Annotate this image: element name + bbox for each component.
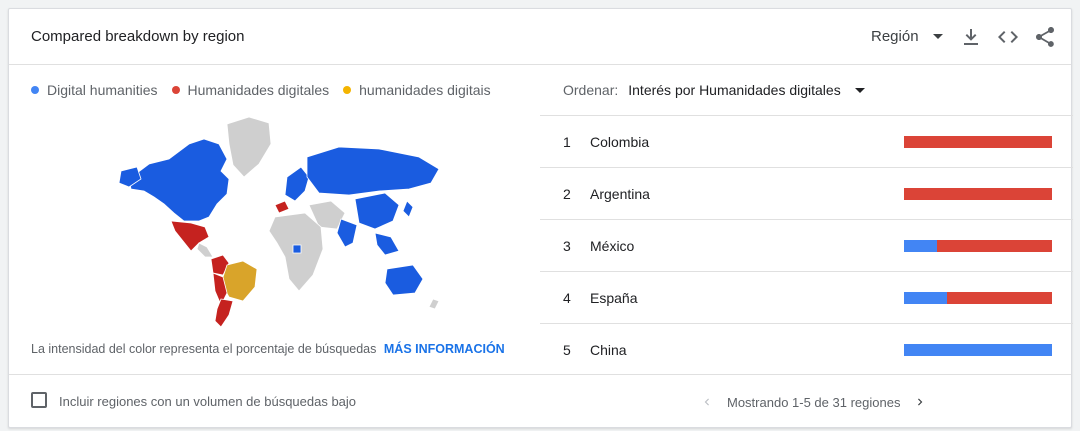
sort-control: Ordenar: Interés por Humanidades digital…	[563, 82, 865, 98]
interest-bar	[904, 136, 1052, 148]
card-header: Compared breakdown by region Región	[9, 9, 1071, 65]
rank-number: 1	[563, 134, 571, 150]
pagination: Mostrando 1-5 de 31 regiones	[697, 392, 930, 412]
rank-number: 5	[563, 342, 571, 358]
list-item[interactable]: 2 Argentina	[540, 167, 1073, 219]
map-region-australia[interactable]	[384, 264, 424, 296]
region-name: España	[590, 290, 638, 306]
pagination-text: Mostrando 1-5 de 31 regiones	[727, 394, 901, 410]
rank-number: 2	[563, 186, 571, 202]
interest-bar	[904, 292, 1052, 304]
map-region-spain[interactable]	[274, 200, 290, 214]
rank-number: 4	[563, 290, 571, 306]
legend-dot-icon	[31, 86, 39, 94]
card-footer: Incluir regiones con un volumen de búsqu…	[9, 374, 1071, 428]
map-region-new-zealand[interactable]	[428, 298, 440, 310]
map-region-greenland[interactable]	[226, 116, 272, 178]
list-item[interactable]: 1 Colombia	[540, 115, 1073, 167]
interest-bar-segment	[936, 240, 1052, 252]
legend-label: humanidades digitais	[359, 82, 491, 98]
map-region-southeast-asia[interactable]	[374, 232, 400, 256]
legend-dot-icon	[171, 86, 180, 94]
previous-page-button[interactable]	[697, 392, 717, 412]
map-region-europe[interactable]	[284, 166, 310, 202]
legend-dot-icon	[343, 86, 352, 94]
map-caption: La intensidad del color representa el po…	[31, 342, 505, 356]
map-region-china[interactable]	[354, 192, 400, 230]
more-info-link[interactable]: MÁS INFORMACIÓN	[384, 342, 505, 356]
list-item[interactable]: 5 China	[540, 323, 1073, 375]
interest-bar-segment	[904, 344, 1052, 356]
interest-bar-segment	[904, 188, 1052, 200]
interest-bar-segment	[904, 240, 937, 252]
rank-number: 3	[563, 238, 571, 254]
list-item[interactable]: 3 México	[540, 219, 1073, 271]
next-page-button[interactable]	[910, 392, 930, 412]
map-caption-text: La intensidad del color representa el po…	[31, 342, 377, 356]
legend-item: Digital humanities	[31, 82, 158, 98]
legend-label: Humanidades digitales	[187, 82, 330, 98]
region-name: China	[590, 342, 627, 358]
caret-down-icon	[932, 34, 943, 39]
interest-bar	[904, 344, 1052, 356]
region-ranking-list: 1 Colombia 2 Argentina 3 México 4 España…	[540, 115, 1073, 375]
map-region-west-africa[interactable]	[292, 244, 302, 254]
sort-dropdown-value: Interés por Humanidades digitales	[628, 82, 841, 98]
map-region-north-america[interactable]	[128, 138, 230, 222]
interest-bar-segment	[904, 136, 1052, 148]
chevron-left-icon	[704, 398, 709, 406]
map-region-india[interactable]	[336, 218, 358, 248]
region-dropdown-label: Región	[871, 28, 919, 45]
map-region-central-america[interactable]	[196, 242, 214, 258]
card-title: Compared breakdown by region	[31, 28, 245, 45]
map-region-argentina[interactable]	[214, 298, 234, 328]
region-dropdown[interactable]: Región	[871, 28, 943, 45]
interest-bar	[904, 188, 1052, 200]
caret-down-icon	[854, 87, 865, 93]
world-map[interactable]	[109, 109, 454, 329]
low-volume-checkbox-label: Incluir regiones con un volumen de búsqu…	[59, 394, 357, 409]
low-volume-checkbox[interactable]	[31, 392, 47, 408]
map-region-russia[interactable]	[306, 146, 440, 196]
sort-label: Ordenar:	[563, 82, 619, 98]
share-icon[interactable]	[1033, 25, 1057, 49]
region-breakdown-card: Compared breakdown by region Región Digi…	[8, 8, 1073, 428]
map-region-japan[interactable]	[402, 200, 414, 218]
region-name: Argentina	[590, 186, 650, 202]
download-icon[interactable]	[959, 25, 983, 49]
embed-code-icon[interactable]	[996, 25, 1020, 49]
interest-bar	[904, 240, 1052, 252]
region-name: Colombia	[590, 134, 650, 150]
chevron-right-icon	[918, 398, 923, 406]
sort-dropdown[interactable]: Interés por Humanidades digitales	[628, 82, 865, 98]
list-item[interactable]: 4 España	[540, 271, 1073, 323]
interest-bar-segment	[904, 292, 947, 304]
legend-item: Humanidades digitales	[171, 82, 330, 98]
legend: Digital humanities Humanidades digitales…	[31, 82, 505, 98]
region-name: México	[590, 238, 635, 254]
interest-bar-segment	[946, 292, 1052, 304]
legend-label: Digital humanities	[47, 82, 158, 98]
legend-item: humanidades digitais	[343, 82, 491, 98]
